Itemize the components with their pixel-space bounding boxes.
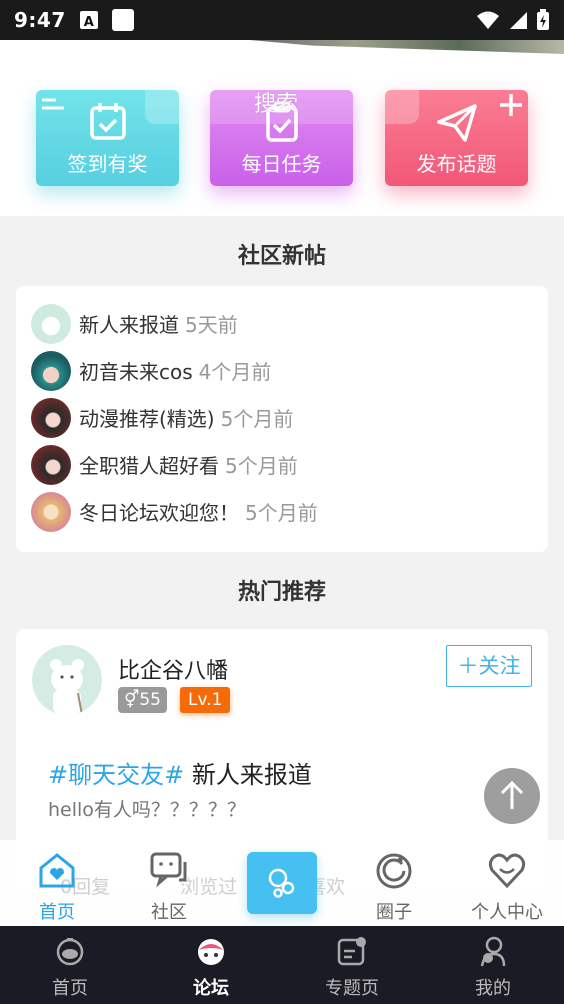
- status-time: 9:47: [14, 8, 66, 32]
- chat-bubble-icon: [150, 852, 187, 888]
- sign-in-reward-label: 签到有奖: [67, 152, 148, 176]
- inner-tab-profile[interactable]: 个人中心: [462, 850, 552, 924]
- status-bar: 9:47 A: [0, 0, 564, 40]
- post-row[interactable]: 初音未来cos 4个月前: [16, 347, 548, 394]
- inner-tab-label: 首页: [39, 902, 75, 923]
- inner-tab-label: 社区: [151, 902, 187, 923]
- wifi-icon: [477, 11, 499, 29]
- hot-title: 热门推荐: [237, 580, 326, 605]
- post-topic[interactable]: #聊天交友# 新人来报道: [48, 755, 312, 790]
- gender-badge-value: 55: [139, 690, 161, 710]
- post-time: 5个月前: [225, 454, 298, 478]
- post-title: 全职猎人超好看: [79, 454, 219, 478]
- topic-title: 新人来报道: [191, 761, 312, 789]
- nav-topics[interactable]: 专题页: [302, 934, 402, 1000]
- back-to-top-button[interactable]: [484, 768, 540, 824]
- home-heart-icon: [39, 853, 75, 888]
- follow-button[interactable]: ＋关注: [446, 645, 532, 687]
- post-excerpt: hello有人吗？？？？？: [48, 799, 246, 821]
- bear-avatar-icon: [50, 659, 84, 715]
- center-bubbles-button[interactable]: [247, 852, 317, 914]
- post-title: 新人来报道: [79, 313, 179, 337]
- post-row[interactable]: 全职猎人超好看 5个月前: [16, 441, 548, 488]
- plus-deco-icon: [500, 94, 522, 116]
- post-time: 5天前: [185, 313, 238, 337]
- heart-smile-icon: [488, 853, 526, 889]
- post-row[interactable]: 新人来报道 5天前: [16, 300, 548, 347]
- gender-badge: ⚥55: [118, 687, 167, 713]
- avatar[interactable]: [32, 645, 102, 715]
- teapot-home-icon: [56, 938, 84, 966]
- inner-tab-community[interactable]: 社区: [124, 850, 214, 924]
- publish-topic-label: 发布话题: [416, 152, 497, 176]
- inner-tab-circle[interactable]: 圈子: [349, 850, 439, 924]
- user-name[interactable]: 比企谷八幡: [118, 653, 228, 685]
- arrow-up-icon: [500, 781, 524, 809]
- nav-label: 专题页: [325, 978, 379, 999]
- status-right: [476, 9, 550, 31]
- new-posts-title: 社区新帖: [237, 244, 326, 269]
- avatar: [31, 444, 71, 485]
- nav-label: 我的: [475, 978, 511, 999]
- calendar-check-icon: [89, 103, 126, 140]
- inner-tab-home[interactable]: 首页: [12, 850, 102, 924]
- banner-image-edge: [250, 40, 564, 54]
- top-area: 搜索 签到有奖 每日任务 发布话题: [0, 40, 564, 216]
- user-figure-icon: [480, 936, 506, 967]
- bottom-nav: 首页 论坛 专题页 我的: [0, 926, 564, 1004]
- nav-label: 论坛: [193, 978, 229, 999]
- nav-label: 首页: [52, 978, 88, 999]
- corner-decoration: [145, 90, 179, 124]
- notification-a-icon: A: [79, 11, 98, 30]
- notification-square-icon: [111, 9, 134, 31]
- level-badge: Lv.1: [180, 687, 231, 713]
- battery-icon: [537, 9, 549, 30]
- post-row[interactable]: 冬日论坛欢迎您！ 5个月前: [16, 488, 548, 535]
- publish-topic-button[interactable]: 发布话题: [385, 90, 528, 186]
- post-title: 初音未来cos: [79, 360, 193, 384]
- avatar: [31, 397, 71, 438]
- avatar: [31, 303, 71, 344]
- topic-tag[interactable]: #聊天交友#: [48, 761, 184, 789]
- minus-deco-icon: [42, 98, 64, 110]
- nav-mine[interactable]: 我的: [443, 934, 543, 1000]
- new-posts-card: 新人来报道 5天前 初音未来cos 4个月前 动漫推荐(精选) 5个月前 全职猎…: [16, 286, 548, 552]
- follow-label: 关注: [478, 654, 521, 678]
- gender-icon: ⚥: [124, 690, 140, 710]
- post-title: 冬日论坛欢迎您！: [79, 501, 239, 525]
- inner-tab-label: 圈子: [376, 902, 412, 923]
- nav-forum[interactable]: 论坛: [161, 934, 261, 1000]
- plus-icon: ＋: [457, 654, 479, 678]
- search-hint[interactable]: 搜索: [254, 86, 298, 118]
- post-title: 动漫推荐(精选): [79, 407, 215, 431]
- topic-page-icon: [337, 937, 366, 966]
- signal-icon: [510, 12, 527, 29]
- forum-face-icon: [198, 939, 224, 965]
- avatar: [31, 350, 71, 391]
- bubbles-icon: [268, 868, 295, 898]
- paper-plane-icon: [436, 104, 477, 142]
- corner-decoration: [385, 90, 419, 124]
- sign-in-reward-button[interactable]: 签到有奖: [36, 90, 179, 186]
- post-time: 5个月前: [245, 501, 318, 525]
- post-row[interactable]: 动漫推荐(精选) 5个月前: [16, 394, 548, 441]
- avatar: [31, 491, 71, 532]
- nav-home[interactable]: 首页: [20, 934, 120, 1000]
- daily-task-label: 每日任务: [241, 152, 322, 176]
- post-time: 4个月前: [198, 360, 272, 384]
- post-time: 5个月前: [220, 407, 294, 431]
- circle-ring-icon: [376, 853, 412, 889]
- inner-tab-label: 个人中心: [471, 902, 543, 923]
